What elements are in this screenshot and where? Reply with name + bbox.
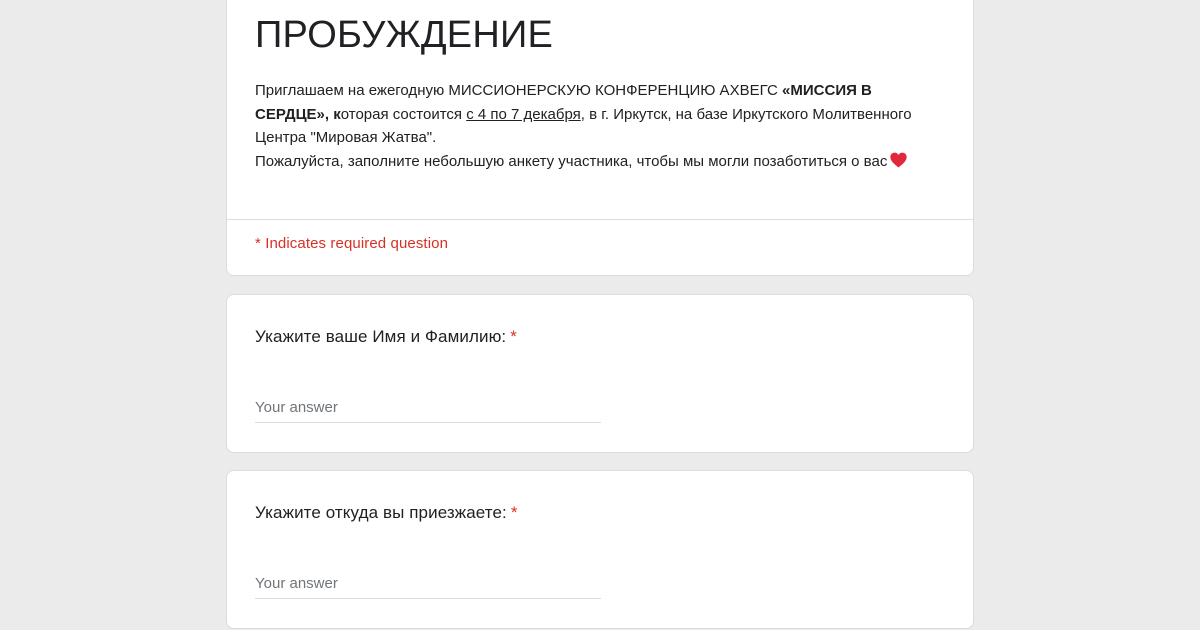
desc-text-1: Приглашаем на ежегодную МИССИОНЕРСКУЮ КО… (255, 82, 783, 99)
required-star: * (510, 327, 517, 346)
question-title: Укажите откуда вы приезжаете: * (255, 501, 945, 525)
form-header-card: ПРОБУЖДЕНИЕ Приглашаем на ежегодную МИСС… (226, 0, 974, 276)
form-column: ПРОБУЖДЕНИЕ Приглашаем на ежегодную МИСС… (226, 0, 974, 629)
form-title: ПРОБУЖДЕНИЕ (255, 14, 554, 56)
form-description: Приглашаем на ежегодную МИССИОНЕРСКУЮ КО… (255, 79, 945, 173)
desc-text-4: Пожалуйста, заполните небольшую анкету у… (255, 152, 888, 170)
question-label: Укажите откуда вы приезжаете: (255, 503, 507, 522)
heart-icon (890, 152, 907, 168)
question-card-origin: Укажите откуда вы приезжаете: * (226, 470, 974, 629)
required-note: * Indicates required question (255, 235, 449, 252)
question-card-name: Укажите ваше Имя и Фамилию: * (226, 294, 974, 453)
name-answer-input[interactable] (255, 393, 601, 423)
question-title: Укажите ваше Имя и Фамилию: * (255, 325, 945, 349)
required-star: * (510, 503, 518, 522)
origin-answer-input[interactable] (255, 569, 601, 599)
desc-text-2: оторая состоится (340, 105, 467, 123)
question-label: Укажите ваше Имя и Фамилию: (255, 327, 507, 346)
desc-dates: с 4 по 7 декабря (466, 105, 581, 123)
form-header-main: ПРОБУЖДЕНИЕ Приглашаем на ежегодную МИСС… (227, 0, 973, 220)
